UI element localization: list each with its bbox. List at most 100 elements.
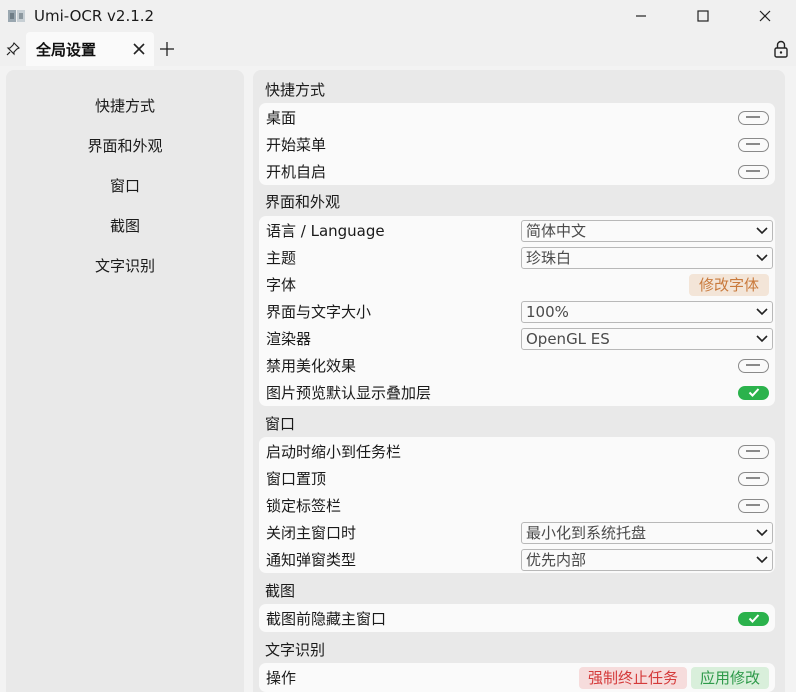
disable-effects-toggle[interactable] xyxy=(738,358,769,373)
setting-row: 渲染器 OpenGL ES xyxy=(259,325,775,352)
notification-type-select[interactable]: 优先内部 xyxy=(521,548,773,571)
apply-changes-button[interactable]: 应用修改 xyxy=(691,666,769,689)
ui-scale-select[interactable]: 100% xyxy=(521,300,773,323)
force-stop-task-button[interactable]: 强制终止任务 xyxy=(579,666,687,689)
setting-row: 界面与文字大小 100% xyxy=(259,298,775,325)
sidebar-item-window[interactable]: 窗口 xyxy=(6,168,244,202)
close-window-button[interactable] xyxy=(734,0,796,32)
setting-label: 开始菜单 xyxy=(266,136,327,154)
setting-row: 开机自启 xyxy=(259,158,775,185)
section-title-screenshot: 截图 xyxy=(265,581,296,600)
setting-row: 桌面 xyxy=(259,104,775,131)
app-logo-icon xyxy=(6,7,28,25)
minimize-on-start-toggle[interactable] xyxy=(738,444,769,459)
card-window: 启动时缩小到任务栏 窗口置顶 锁定标签栏 关闭主窗口时 最小化到系统托盘 通知弹… xyxy=(259,437,775,573)
setting-row: 主题 珍珠白 xyxy=(259,244,775,271)
setting-label: 启动时缩小到任务栏 xyxy=(266,443,402,461)
language-select[interactable]: 简体中文 xyxy=(521,219,773,242)
tab-global-settings[interactable]: 全局设置 xyxy=(26,32,154,66)
theme-select[interactable]: 珍珠白 xyxy=(521,246,773,269)
setting-label: 操作 xyxy=(266,669,297,687)
chevron-down-icon xyxy=(756,334,768,342)
section-title-shortcuts: 快捷方式 xyxy=(265,80,326,99)
sidebar-item-appearance[interactable]: 界面和外观 xyxy=(6,128,244,162)
autostart-toggle[interactable] xyxy=(738,164,769,179)
change-font-button[interactable]: 修改字体 xyxy=(689,273,769,296)
setting-label: 主题 xyxy=(266,249,297,267)
setting-label: 通知弹窗类型 xyxy=(266,551,357,569)
overlay-default-toggle[interactable] xyxy=(738,385,769,400)
setting-label: 窗口置顶 xyxy=(266,470,327,488)
section-title-ocr: 文字识别 xyxy=(265,640,326,659)
sidebar-item-screenshot[interactable]: 截图 xyxy=(6,208,244,242)
setting-row: 操作 强制终止任务 应用修改 xyxy=(259,664,775,691)
chevron-down-icon xyxy=(756,226,768,234)
setting-label: 关闭主窗口时 xyxy=(266,524,357,542)
setting-row: 开始菜单 xyxy=(259,131,775,158)
close-icon xyxy=(759,10,771,22)
chevron-down-icon xyxy=(756,555,768,563)
lock-button[interactable] xyxy=(770,38,792,60)
minimize-button[interactable] xyxy=(610,0,672,32)
hide-window-before-screenshot-toggle[interactable] xyxy=(738,611,769,626)
setting-row: 通知弹窗类型 优先内部 xyxy=(259,546,775,573)
setting-row: 字体 修改字体 xyxy=(259,271,775,298)
sidebar: 快捷方式 界面和外观 窗口 截图 文字识别 xyxy=(6,70,244,692)
always-on-top-toggle[interactable] xyxy=(738,471,769,486)
close-action-select[interactable]: 最小化到系统托盘 xyxy=(521,521,773,544)
setting-label: 锁定标签栏 xyxy=(266,497,342,515)
setting-label: 渲染器 xyxy=(266,330,312,348)
sidebar-item-shortcuts[interactable]: 快捷方式 xyxy=(6,88,244,122)
tab-close-button[interactable] xyxy=(130,40,148,58)
check-icon xyxy=(748,613,760,623)
setting-row: 启动时缩小到任务栏 xyxy=(259,438,775,465)
card-appearance: 语言 / Language 简体中文 主题 珍珠白 字体 修改字体 界面与文字大… xyxy=(259,216,775,406)
plus-icon xyxy=(160,42,174,56)
pin-icon xyxy=(6,42,20,56)
pin-button[interactable] xyxy=(0,32,26,66)
setting-row: 窗口置顶 xyxy=(259,465,775,492)
desktop-shortcut-toggle[interactable] xyxy=(738,110,769,125)
chevron-down-icon xyxy=(756,253,768,261)
select-value: 最小化到系统托盘 xyxy=(526,524,647,542)
setting-label: 字体 xyxy=(266,276,297,294)
section-title-appearance: 界面和外观 xyxy=(265,192,341,211)
chevron-down-icon xyxy=(756,528,768,536)
setting-label: 禁用美化效果 xyxy=(266,357,357,375)
select-value: 100% xyxy=(526,302,569,321)
lock-tabbar-toggle[interactable] xyxy=(738,498,769,513)
window-title: Umi-OCR v2.1.2 xyxy=(34,7,155,25)
setting-label: 图片预览默认显示叠加层 xyxy=(266,384,432,402)
setting-row: 图片预览默认显示叠加层 xyxy=(259,379,775,406)
setting-row: 截图前隐藏主窗口 xyxy=(259,605,775,632)
tab-bar: 全局设置 xyxy=(0,32,796,66)
section-title-window: 窗口 xyxy=(265,414,296,433)
select-value: 优先内部 xyxy=(526,551,587,569)
setting-label: 桌面 xyxy=(266,109,297,127)
close-icon xyxy=(133,43,145,55)
maximize-button[interactable] xyxy=(672,0,734,32)
setting-row: 关闭主窗口时 最小化到系统托盘 xyxy=(259,519,775,546)
minimize-icon xyxy=(636,15,646,17)
add-tab-button[interactable] xyxy=(154,32,180,66)
tab-label: 全局设置 xyxy=(36,40,97,59)
select-value: OpenGL ES xyxy=(526,329,610,348)
setting-row: 禁用美化效果 xyxy=(259,352,775,379)
title-bar: Umi-OCR v2.1.2 xyxy=(0,0,796,32)
settings-panel: 快捷方式 桌面 开始菜单 开机自启 界面和外观 语言 / Language 简体… xyxy=(253,70,785,692)
setting-label: 界面与文字大小 xyxy=(266,303,372,321)
sidebar-item-ocr[interactable]: 文字识别 xyxy=(6,248,244,282)
setting-row: 锁定标签栏 xyxy=(259,492,775,519)
renderer-select[interactable]: OpenGL ES xyxy=(521,327,773,350)
select-value: 简体中文 xyxy=(526,222,587,240)
maximize-icon xyxy=(697,10,709,22)
card-ocr: 操作 强制终止任务 应用修改 xyxy=(259,663,775,692)
start-menu-toggle[interactable] xyxy=(738,137,769,152)
check-icon xyxy=(748,387,760,397)
lock-icon xyxy=(774,40,788,58)
setting-label: 截图前隐藏主窗口 xyxy=(266,610,387,628)
card-screenshot: 截图前隐藏主窗口 xyxy=(259,604,775,632)
card-shortcuts: 桌面 开始菜单 开机自启 xyxy=(259,103,775,185)
setting-label: 开机自启 xyxy=(266,163,327,181)
setting-label: 语言 / Language xyxy=(266,222,385,240)
